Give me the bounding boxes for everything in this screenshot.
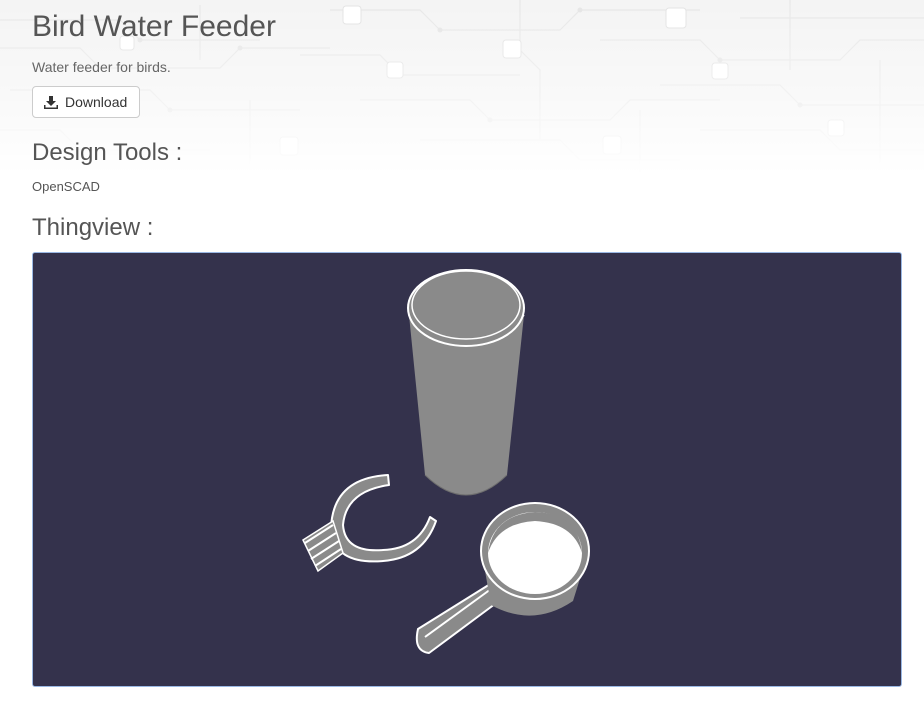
download-button-label: Download bbox=[65, 94, 128, 110]
scoop-model bbox=[415, 502, 590, 654]
model-render bbox=[302, 269, 590, 654]
design-tools-heading: Design Tools : bbox=[32, 139, 183, 166]
cylinder-model bbox=[407, 269, 525, 496]
page-title: Bird Water Feeder bbox=[32, 10, 276, 43]
download-button[interactable]: Download bbox=[32, 86, 141, 118]
thing-description: Water feeder for birds. bbox=[32, 59, 171, 75]
thingview-heading: Thingview : bbox=[32, 214, 154, 241]
design-tool-item: OpenSCAD bbox=[32, 179, 100, 194]
clip-ring-model bbox=[302, 474, 437, 573]
download-icon bbox=[44, 95, 58, 109]
page: Bird Water Feeder Water feeder for birds… bbox=[0, 0, 924, 726]
thingview-3d-viewer[interactable] bbox=[32, 252, 902, 687]
